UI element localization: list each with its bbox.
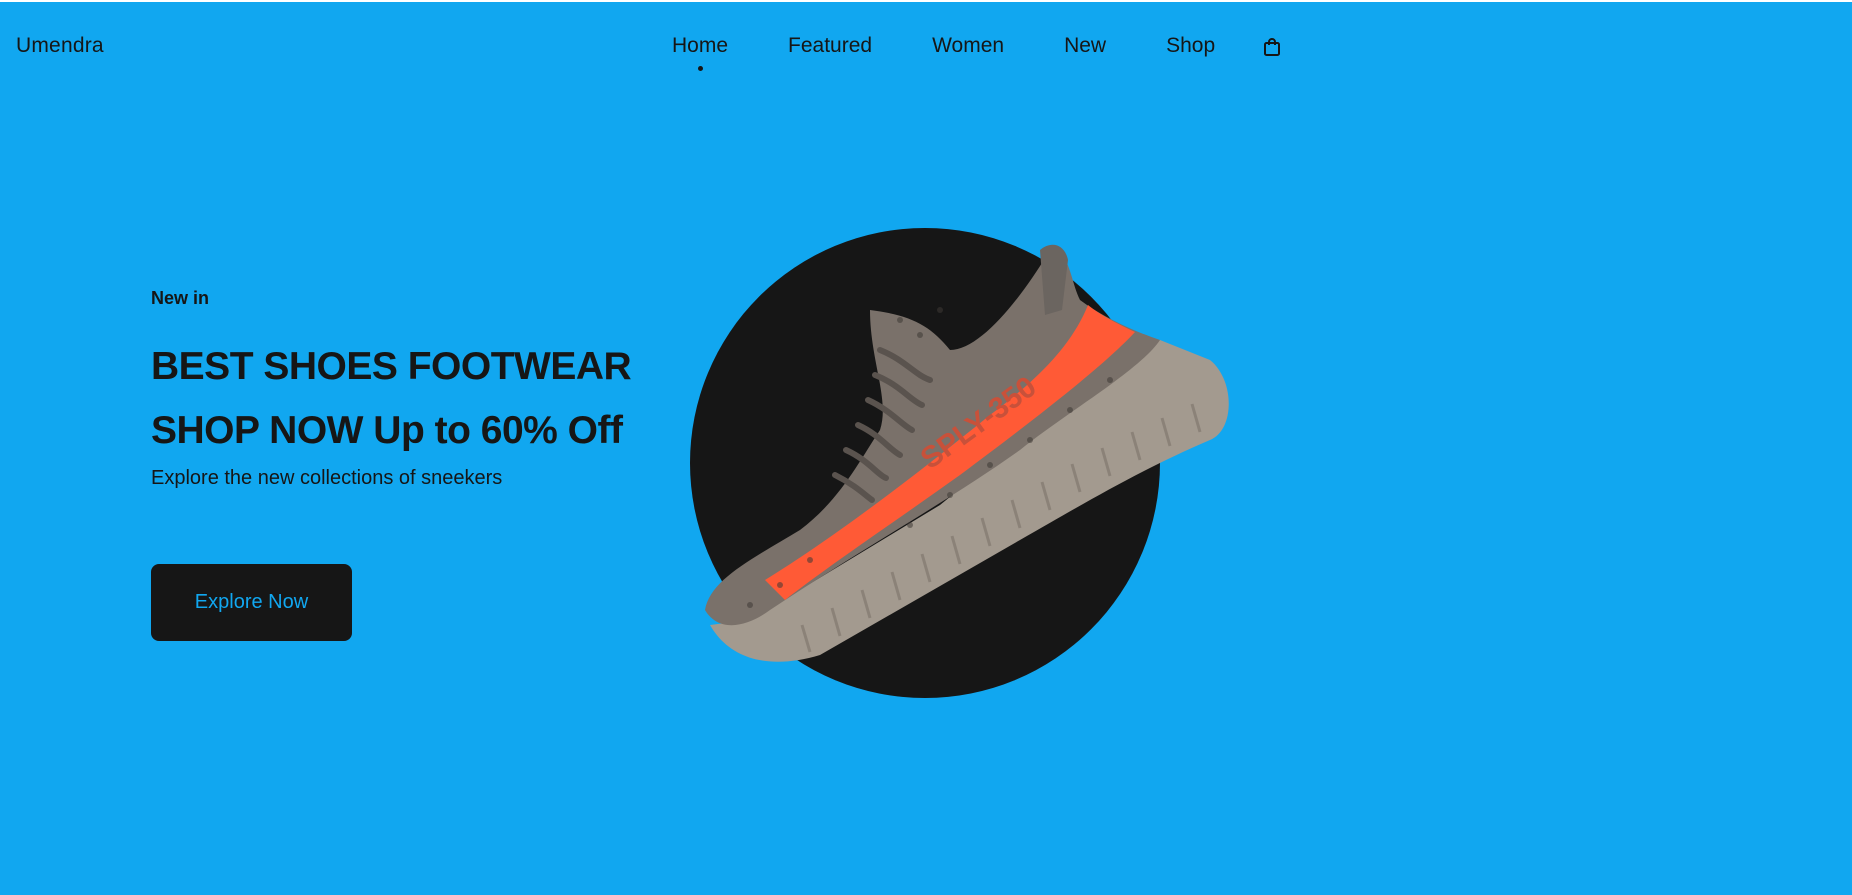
hero-text: New in BEST SHOES FOOTWEAR SHOP NOW Up t… <box>151 288 711 490</box>
shopping-bag-icon[interactable] <box>1263 37 1281 57</box>
nav-item-featured[interactable]: Featured <box>788 34 872 58</box>
hero-subtext: Explore the new collections of sneekers <box>151 467 503 489</box>
hero-headline-line2: SHOP NOW Up to 60% Off <box>151 409 623 452</box>
explore-now-button[interactable]: Explore Now <box>151 564 352 641</box>
shopping-bag-icon-graphic <box>1264 38 1281 56</box>
hero-headline-line1: BEST SHOES FOOTWEAR <box>151 345 632 388</box>
main-nav: Home Featured Women New Shop <box>672 34 1281 74</box>
nav-item-home[interactable]: Home <box>672 34 728 71</box>
nav-item-shop[interactable]: Shop <box>1166 34 1215 58</box>
hero-eyebrow: New in <box>151 288 210 308</box>
brand-logo[interactable]: Umendra <box>16 34 104 58</box>
nav-item-women[interactable]: Women <box>932 34 1004 58</box>
top-edge-strip <box>0 0 1852 2</box>
sneaker-image: SPLY-350 <box>705 244 1229 662</box>
hero-headline: BEST SHOES FOOTWEAR SHOP NOW Up to 60% O… <box>151 335 711 463</box>
nav-item-new[interactable]: New <box>1064 34 1106 58</box>
